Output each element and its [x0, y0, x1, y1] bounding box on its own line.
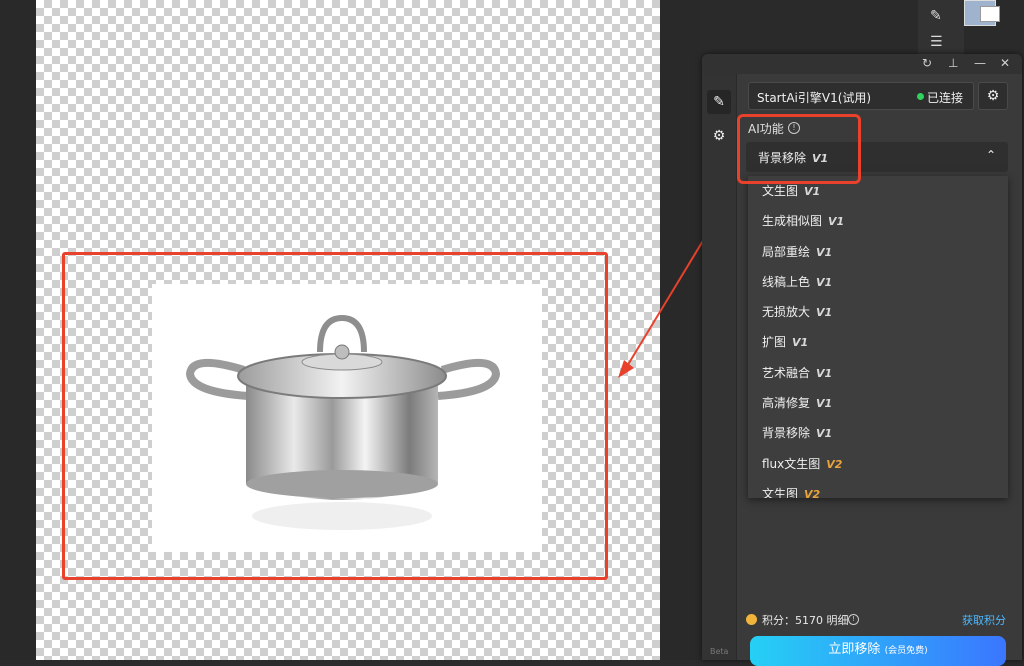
dropdown-item[interactable]: 文生图 V2: [748, 479, 1008, 498]
dropdown-item[interactable]: 高清修复 V1: [748, 388, 1008, 418]
beta-label: Beta: [710, 647, 729, 656]
pin-icon[interactable]: ⊥: [948, 56, 958, 70]
dropdown-item[interactable]: 扩图 V1: [748, 327, 1008, 357]
function-dropdown: 文生图 V1 生成相似图 V1 局部重绘 V1 线稿上色 V1 无损放大 V1 扩图 V1 …: [748, 176, 1008, 498]
connection-status: 已连接: [927, 91, 964, 105]
tool-strip: ✎ ☰: [918, 0, 964, 60]
dropdown-item[interactable]: 艺术融合 V1: [748, 358, 1008, 388]
image-highlight-box: [62, 252, 608, 580]
minimize-icon[interactable]: —: [974, 56, 986, 70]
gear-icon[interactable]: ⚙: [707, 124, 731, 148]
sliders-icon[interactable]: ☰: [930, 34, 943, 50]
panel-side-rail: ✎ ⚙ Beta: [702, 74, 737, 660]
document-canvas[interactable]: [0, 0, 700, 660]
engine-settings-button[interactable]: ⚙: [978, 82, 1008, 110]
background-swatch[interactable]: [980, 6, 1000, 22]
engine-selector[interactable]: StartAi引擎V1(试用) 已连接: [748, 82, 974, 110]
info-icon[interactable]: !: [848, 614, 859, 625]
dropdown-item[interactable]: 局部重绘 V1: [748, 237, 1008, 267]
function-highlight-box: [737, 114, 861, 184]
points-balance[interactable]: 积分：5170 明细: [762, 612, 849, 628]
connected-status-icon: [917, 93, 924, 100]
points-bar: 积分：5170 明细 ! 获取积分: [736, 610, 1022, 632]
refresh-icon[interactable]: ↻: [922, 56, 932, 70]
dropdown-item[interactable]: 线稿上色 V1: [748, 267, 1008, 297]
panel-titlebar: ↻ ⊥ — ✕: [702, 54, 1022, 74]
remove-now-button[interactable]: 立即移除 (会员免费): [750, 636, 1006, 666]
dropdown-item[interactable]: 背景移除 V1: [748, 418, 1008, 448]
brush-icon[interactable]: ✎: [930, 8, 942, 24]
dropdown-item[interactable]: 无损放大 V1: [748, 297, 1008, 327]
dropdown-item[interactable]: flux文生图 V2: [748, 449, 1008, 479]
dropdown-item[interactable]: 生成相似图 V1: [748, 206, 1008, 236]
get-points-link[interactable]: 获取积分: [962, 612, 1006, 628]
engine-name: StartAi引擎V1(试用): [757, 91, 872, 105]
close-icon[interactable]: ✕: [1000, 56, 1010, 70]
edit-icon[interactable]: ✎: [707, 90, 731, 114]
coin-icon: [746, 614, 757, 625]
chevron-up-icon[interactable]: ⌃: [986, 148, 996, 162]
